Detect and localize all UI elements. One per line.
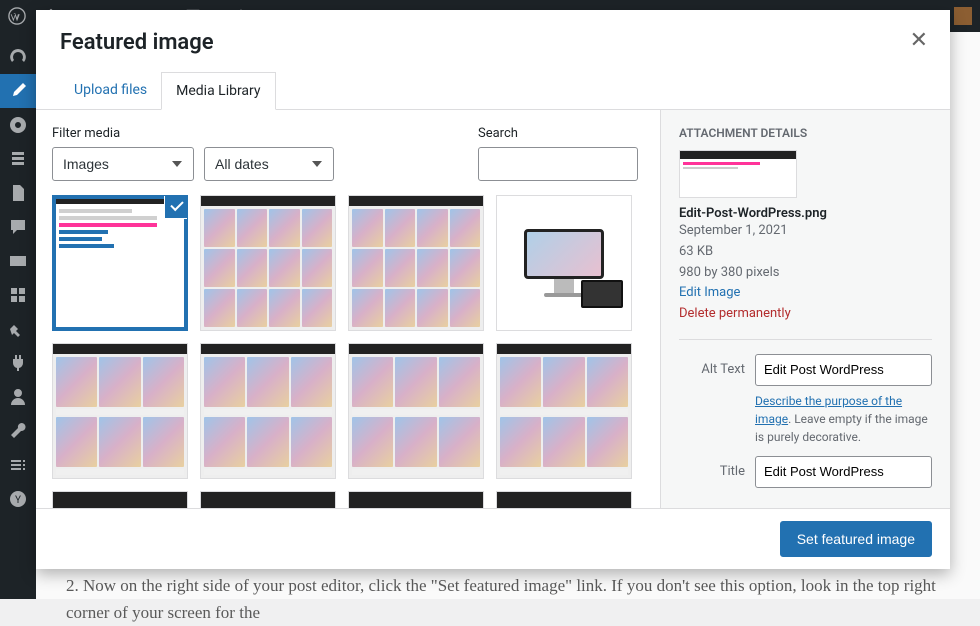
modal-tabs: Upload files Media Library [36, 71, 950, 110]
edit-image-link[interactable]: Edit Image [679, 285, 740, 300]
filter-type-select[interactable]: Images [52, 147, 194, 181]
media-item[interactable] [348, 491, 484, 508]
details-filename: Edit-Post-WordPress.png [679, 206, 932, 221]
media-item[interactable] [496, 491, 632, 508]
set-featured-image-button[interactable]: Set featured image [780, 521, 932, 557]
media-item[interactable] [200, 491, 336, 508]
featured-image-modal: Featured image ✕ Upload files Media Libr… [36, 10, 950, 569]
close-button[interactable]: ✕ [900, 22, 938, 59]
tab-upload[interactable]: Upload files [60, 72, 161, 110]
delete-link[interactable]: Delete permanently [679, 306, 791, 321]
media-item[interactable] [52, 491, 188, 508]
title-label: Title [679, 456, 755, 479]
search-label: Search [478, 126, 638, 141]
media-item[interactable] [496, 195, 632, 331]
filter-date-select[interactable]: All dates [204, 147, 334, 181]
search-input[interactable] [478, 147, 638, 181]
title-input[interactable] [755, 456, 932, 488]
details-size: 63 KB [679, 242, 932, 263]
filter-media-label: Filter media [52, 126, 334, 141]
check-icon [165, 195, 188, 218]
media-item[interactable] [200, 195, 336, 331]
details-heading: ATTACHMENT DETAILS [679, 126, 932, 140]
media-item[interactable] [348, 343, 484, 479]
media-item[interactable] [348, 195, 484, 331]
details-thumbnail [679, 150, 797, 198]
media-item[interactable] [52, 343, 188, 479]
media-grid [52, 195, 648, 508]
media-item-selected[interactable] [52, 195, 188, 331]
modal-title: Featured image [60, 30, 926, 55]
media-item[interactable] [496, 343, 632, 479]
alt-text-label: Alt Text [679, 354, 755, 377]
media-item[interactable] [200, 343, 336, 479]
attachment-details: ATTACHMENT DETAILS Edit-Post-WordPress.p… [660, 110, 950, 508]
modal-footer: Set featured image [36, 508, 950, 569]
details-date: September 1, 2021 [679, 221, 932, 242]
tab-media-library[interactable]: Media Library [161, 72, 275, 110]
details-dimensions: 980 by 380 pixels [679, 263, 932, 284]
alt-text-input[interactable] [755, 354, 932, 386]
media-browser: Filter media Images All dates Search [36, 110, 660, 508]
alt-text-description: Describe the purpose of the image. Leave… [755, 392, 932, 446]
